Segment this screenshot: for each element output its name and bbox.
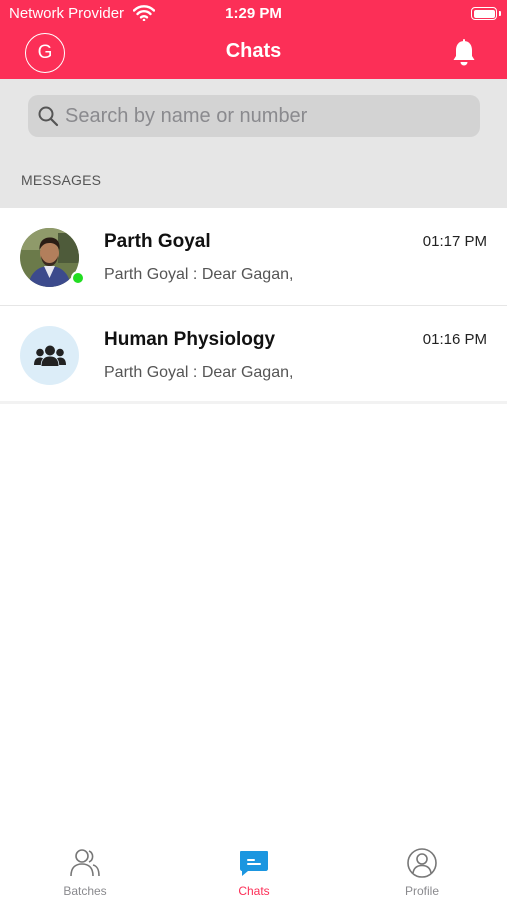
status-time: 1:29 PM: [225, 5, 282, 22]
search-input[interactable]: [65, 95, 465, 137]
notification-bell-icon[interactable]: [451, 39, 477, 67]
chat-preview: Parth Goyal : Dear Gagan,: [104, 364, 294, 381]
search-icon: [38, 106, 59, 127]
avatar: [20, 228, 85, 287]
app-header: Network Provider 1:29 PM G Chats: [0, 0, 507, 79]
chat-name: Parth Goyal: [104, 231, 211, 252]
search-section: MESSAGES: [0, 79, 507, 208]
profile-icon: [407, 848, 437, 878]
avatar: [20, 326, 79, 385]
tab-label: Profile: [404, 884, 439, 898]
tab-batches[interactable]: Batches: [20, 840, 150, 900]
chat-row-human-physiology[interactable]: Human Physiology 01:16 PM Parth Goyal : …: [0, 307, 507, 404]
batches-icon: [70, 849, 100, 877]
online-status-indicator: [71, 271, 85, 285]
tab-label: Batches: [63, 884, 107, 898]
status-bar: Network Provider 1:29 PM: [0, 0, 507, 28]
tab-chats[interactable]: Chats: [189, 840, 319, 900]
page-title: Chats: [225, 40, 282, 62]
bottom-tab-bar: Batches Chats Profile: [0, 840, 507, 900]
chat-name: Human Physiology: [104, 329, 276, 350]
chat-row-parth-goyal[interactable]: Parth Goyal 01:17 PM Parth Goyal : Dear …: [0, 209, 507, 306]
tab-profile[interactable]: Profile: [357, 840, 487, 900]
search-bar[interactable]: [28, 95, 480, 137]
chat-time: 01:16 PM: [422, 331, 487, 348]
chat-bubble-icon: [240, 851, 268, 876]
chat-preview: Parth Goyal : Dear Gagan,: [104, 266, 294, 283]
chat-time: 01:17 PM: [422, 233, 487, 250]
messages-section-label: MESSAGES: [21, 172, 102, 188]
tab-label: Chats: [238, 884, 270, 898]
group-icon: [33, 345, 66, 366]
battery-icon: [471, 7, 501, 20]
